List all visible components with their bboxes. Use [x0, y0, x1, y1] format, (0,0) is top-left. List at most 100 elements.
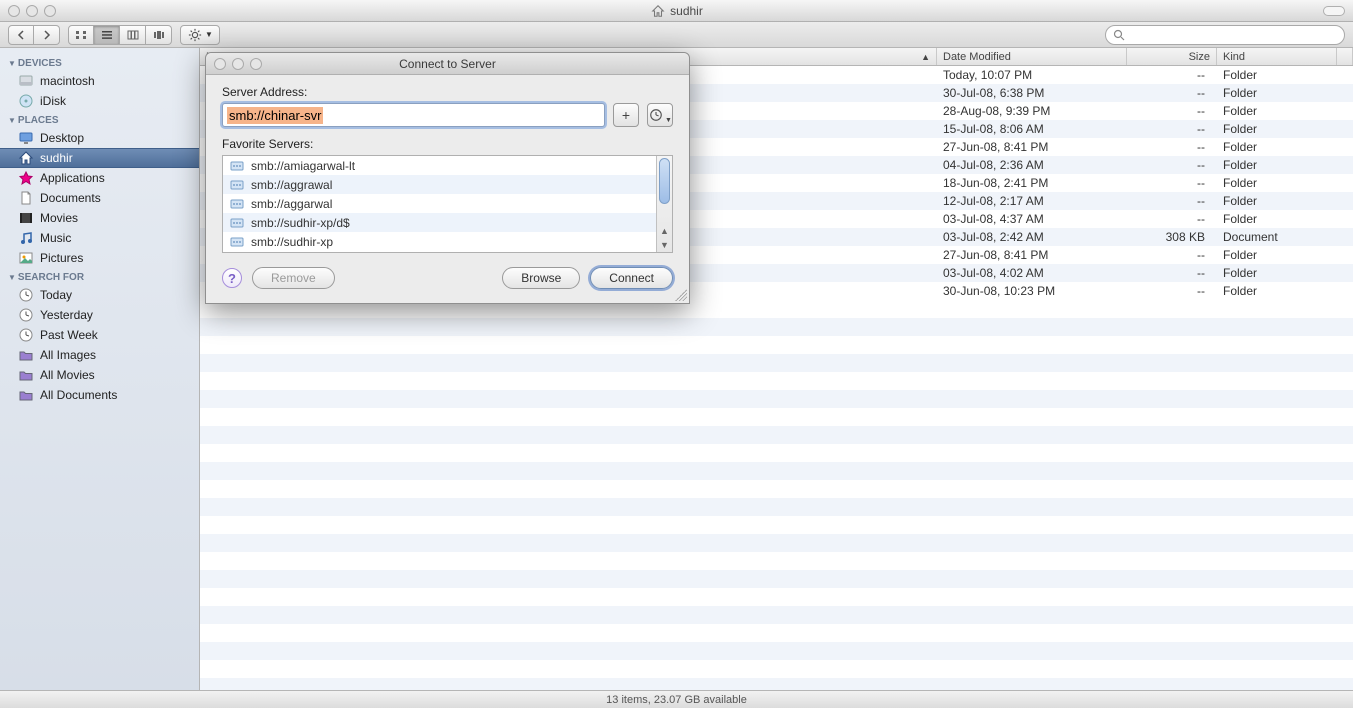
- sidebar-item[interactable]: Applications: [0, 168, 199, 188]
- view-icons-button[interactable]: [68, 25, 94, 45]
- sidebar-item[interactable]: iDisk: [0, 91, 199, 111]
- sidebar-item-label: Yesterday: [40, 308, 93, 322]
- search-input[interactable]: [1131, 29, 1338, 41]
- server-icon: [229, 177, 245, 193]
- sidebar-section-places[interactable]: ▼ PLACES: [0, 111, 199, 128]
- address-label: Server Address:: [222, 85, 673, 99]
- resize-handle[interactable]: [675, 289, 687, 301]
- sidebar-item-icon: [18, 73, 34, 89]
- column-scrollgap: [1337, 48, 1353, 65]
- help-button[interactable]: ?: [222, 268, 242, 288]
- search-field[interactable]: [1105, 25, 1345, 45]
- view-coverflow-button[interactable]: [146, 25, 172, 45]
- server-address-value: smb://chinar-svr: [227, 107, 323, 124]
- sidebar-item[interactable]: All Images: [0, 345, 199, 365]
- sidebar-item-icon: [18, 190, 34, 206]
- sidebar-item-icon: [18, 130, 34, 146]
- sidebar-item[interactable]: sudhir: [0, 148, 199, 168]
- sidebar-item[interactable]: Past Week: [0, 325, 199, 345]
- cell-date: 30-Jul-08, 6:38 PM: [937, 86, 1127, 100]
- sidebar-item-label: iDisk: [40, 94, 66, 108]
- button-label: Browse: [521, 271, 561, 285]
- view-columns-button[interactable]: [120, 25, 146, 45]
- sidebar-item[interactable]: macintosh: [0, 71, 199, 91]
- cell-size: --: [1127, 122, 1217, 136]
- sidebar-section-search[interactable]: ▼ SEARCH FOR: [0, 268, 199, 285]
- sidebar-item[interactable]: All Documents: [0, 385, 199, 405]
- button-label: Remove: [271, 271, 316, 285]
- remove-button[interactable]: Remove: [252, 267, 335, 289]
- sidebar-item[interactable]: Documents: [0, 188, 199, 208]
- add-favorite-button[interactable]: +: [613, 103, 639, 127]
- sidebar-item-label: Pictures: [40, 251, 83, 265]
- column-date[interactable]: Date Modified: [937, 48, 1127, 65]
- column-size[interactable]: Size: [1127, 48, 1217, 65]
- sidebar-header-label: SEARCH FOR: [18, 272, 84, 283]
- action-menu-button[interactable]: ▼: [180, 25, 220, 45]
- clock-icon: [648, 107, 664, 123]
- scrollbar-thumb[interactable]: [659, 158, 670, 204]
- server-icon: [229, 215, 245, 231]
- favorites-scrollbar[interactable]: ▲ ▼: [656, 156, 672, 252]
- scroll-down-icon[interactable]: ▼: [657, 238, 672, 252]
- sidebar-item[interactable]: All Movies: [0, 365, 199, 385]
- sidebar-item-icon: [18, 307, 34, 323]
- sidebar-item[interactable]: Desktop: [0, 128, 199, 148]
- sidebar-item-icon: [18, 150, 34, 166]
- server-address-input[interactable]: smb://chinar-svr: [222, 103, 605, 127]
- sidebar-item-label: All Movies: [40, 368, 95, 382]
- cell-kind: Folder: [1217, 86, 1337, 100]
- sidebar: ▼ DEVICES macintosh iDisk ▼ PLACES Deskto…: [0, 48, 200, 690]
- column-kind[interactable]: Kind: [1217, 48, 1337, 65]
- favorite-server-item[interactable]: smb://sudhir-xp/d$: [223, 213, 656, 232]
- column-label: Kind: [1223, 51, 1245, 63]
- sidebar-item-icon: [18, 367, 34, 383]
- cell-size: --: [1127, 284, 1217, 298]
- favorite-server-label: smb://aggrawal: [251, 178, 332, 192]
- cell-size: --: [1127, 194, 1217, 208]
- connect-button[interactable]: Connect: [590, 267, 673, 289]
- chevron-down-icon: ▼: [205, 30, 213, 39]
- back-button[interactable]: [8, 25, 34, 45]
- view-list-button[interactable]: [94, 25, 120, 45]
- favorite-server-label: smb://sudhir-xp/d$: [251, 216, 350, 230]
- cell-kind: Folder: [1217, 194, 1337, 208]
- forward-button[interactable]: [34, 25, 60, 45]
- server-icon: [229, 196, 245, 212]
- cell-date: 30-Jun-08, 10:23 PM: [937, 284, 1127, 298]
- sidebar-section-devices[interactable]: ▼ DEVICES: [0, 54, 199, 71]
- scroll-up-icon[interactable]: ▲: [657, 224, 672, 238]
- favorite-server-label: smb://aggarwal: [251, 197, 332, 211]
- plus-icon: +: [622, 107, 630, 123]
- sidebar-item[interactable]: Today: [0, 285, 199, 305]
- sidebar-item-label: Today: [40, 288, 72, 302]
- favorite-server-item[interactable]: smb://aggrawal: [223, 175, 656, 194]
- favorite-server-item[interactable]: smb://amiagarwal-lt: [223, 156, 656, 175]
- cell-kind: Document: [1217, 230, 1337, 244]
- cell-kind: Folder: [1217, 266, 1337, 280]
- sidebar-item[interactable]: Movies: [0, 208, 199, 228]
- favorite-server-item[interactable]: smb://aggarwal: [223, 194, 656, 213]
- sidebar-header-label: DEVICES: [18, 58, 62, 69]
- sidebar-item-label: Music: [40, 231, 71, 245]
- disclosure-icon: ▼: [8, 273, 16, 282]
- cell-kind: Folder: [1217, 248, 1337, 262]
- cell-date: 27-Jun-08, 8:41 PM: [937, 248, 1127, 262]
- sidebar-item[interactable]: Yesterday: [0, 305, 199, 325]
- toolbar-toggle-button[interactable]: [1323, 6, 1345, 16]
- disclosure-icon: ▼: [8, 116, 16, 125]
- browse-button[interactable]: Browse: [502, 267, 580, 289]
- search-icon: [1112, 27, 1127, 43]
- sidebar-item-icon: [18, 210, 34, 226]
- chevron-down-icon: ▼: [665, 117, 672, 124]
- server-icon: [229, 234, 245, 250]
- sidebar-item[interactable]: Pictures: [0, 248, 199, 268]
- history-menu-button[interactable]: ▼: [647, 103, 673, 127]
- sidebar-item-label: Applications: [40, 171, 105, 185]
- sidebar-item[interactable]: Music: [0, 228, 199, 248]
- sidebar-item-label: sudhir: [40, 151, 73, 165]
- connect-to-server-dialog: Connect to Server Server Address: smb://…: [205, 52, 690, 304]
- sidebar-item-icon: [18, 327, 34, 343]
- favorite-server-item[interactable]: smb://sudhir-xp: [223, 232, 656, 251]
- cell-kind: Folder: [1217, 158, 1337, 172]
